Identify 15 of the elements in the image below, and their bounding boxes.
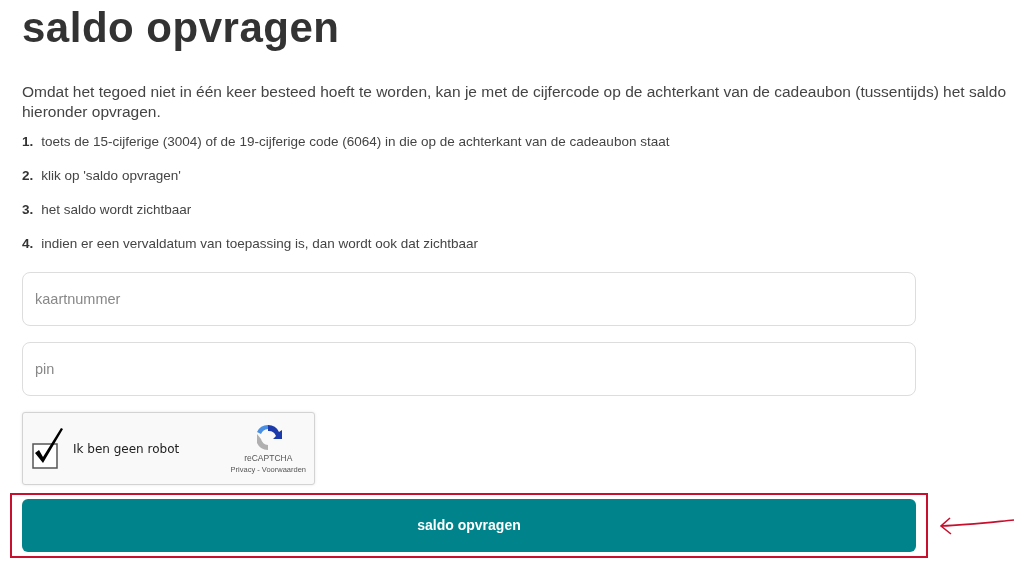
captcha-brand: reCAPTCHA <box>244 451 293 465</box>
step-text: indien er een vervaldatum van toepassing is, dan wordt ook dat zichtbaar <box>41 235 479 253</box>
input-field[interactable]: kaartnummer <box>22 272 916 326</box>
step-text: toets de 15-cijferige (3004) of de 19-cijferige code (6064) in die op de achterkant van de cadeaubon staat <box>41 133 670 151</box>
page-heading: saldo opvragen <box>22 4 341 52</box>
step-number: 3. <box>22 201 34 219</box>
step-number: 2. <box>22 167 34 185</box>
input-field[interactable]: pin <box>22 342 916 396</box>
intro-paragraph: Omdat het tegoed niet in één keer besteed hoeft te worden, kan je met de cijfercode op de achterkant van de cadeaubon (tussentijds) het saldo hieronder opvragen. <box>22 82 1008 122</box>
captcha-label: Ik ben geen robot <box>73 440 181 458</box>
step-text: klik op 'saldo opvragen' <box>41 167 181 185</box>
step-text: het saldo wordt zichtbaar <box>41 201 192 219</box>
step-number: 1. <box>22 133 34 151</box>
submit-button[interactable]: saldo opvragen <box>22 499 916 552</box>
step-number: 4. <box>22 235 34 253</box>
